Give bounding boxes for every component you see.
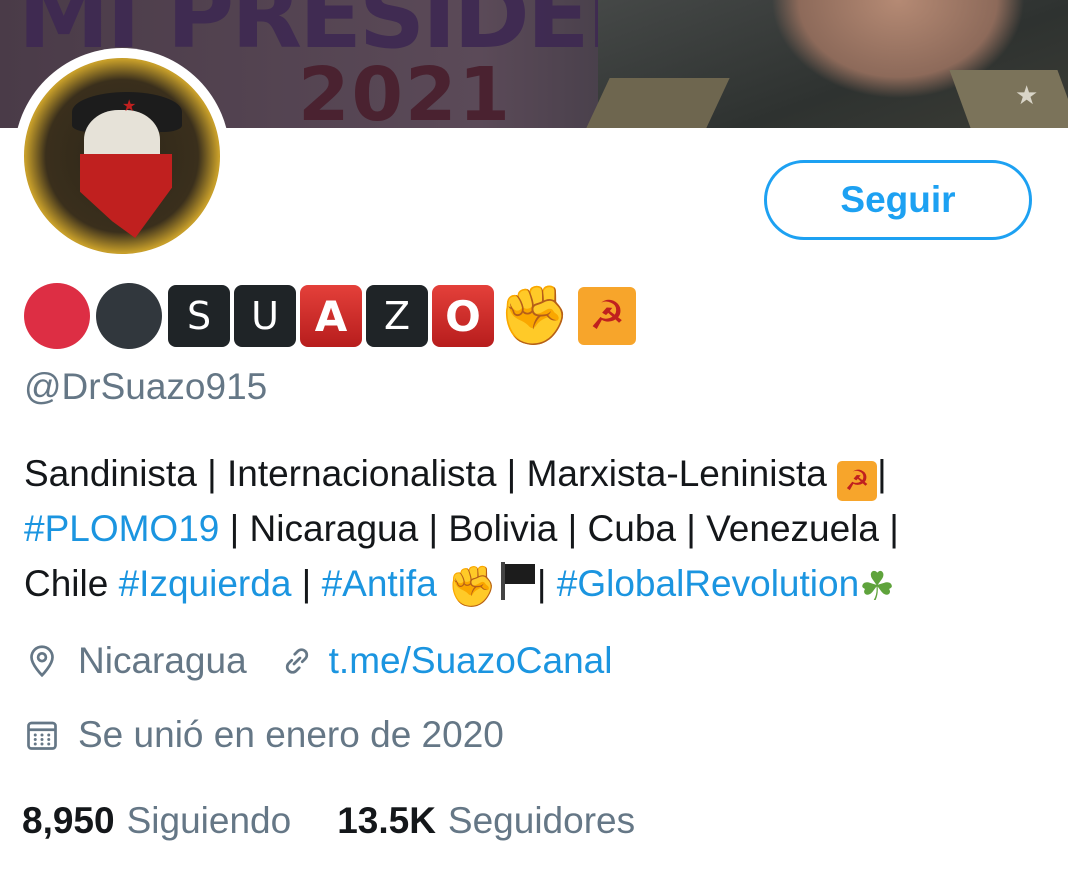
hashtag-link[interactable]: #GlobalRevolution [557, 563, 859, 604]
name-letter: Z [366, 285, 428, 347]
hammer-sickle-icon: ☭ [837, 461, 878, 501]
bio-text: Sandinista | Internacionalista | Marxist… [24, 453, 838, 494]
hashtag-link[interactable]: #PLOMO19 [24, 508, 219, 549]
bio-line: Chile #Izquierda | #Antifa ✊ | #GlobalRev… [24, 556, 1054, 611]
joined-date: Se unió en enero de 2020 [78, 714, 504, 755]
following-label[interactable]: Siguiendo [127, 800, 292, 842]
hashtag-link[interactable]: #Antifa [322, 563, 437, 604]
website-link[interactable]: t.me/SuazoCanal [329, 640, 613, 682]
profile-bio: Sandinista | Internacionalista | Marxist… [24, 446, 1054, 611]
avatar-bandana [80, 154, 172, 238]
link-icon [285, 648, 308, 674]
follow-stats: 8,950 Siguiendo 13.5K Seguidores [22, 800, 681, 842]
raised-fist-icon: ✊ [498, 283, 571, 348]
black-circle-icon [96, 283, 162, 349]
hammer-sickle-icon: ☭ [578, 287, 637, 345]
hashtag-link[interactable]: #Izquierda [119, 563, 292, 604]
bio-text: | [291, 563, 322, 604]
followers-label[interactable]: Seguidores [448, 800, 635, 842]
raised-fist-icon: ✊ [447, 565, 497, 609]
profile-location-row: Nicaragua t.me/SuazoCanal [24, 640, 612, 682]
follow-button[interactable]: Seguir [764, 160, 1032, 240]
name-letter: U [234, 285, 296, 347]
display-name: S U A Z O ✊ ☭ [24, 283, 637, 349]
calendar-icon [27, 721, 57, 750]
bio-line: #PLOMO19 | Nicaragua | Bolivia | Cuba | … [24, 501, 1054, 556]
avatar[interactable]: ★ [14, 48, 230, 264]
bio-text: | Nicaragua | Bolivia | Cuba | Venezuela… [219, 508, 899, 549]
banner-epaulette-right [949, 70, 1068, 128]
avatar-image: ★ [24, 58, 220, 254]
location-text: Nicaragua [78, 640, 247, 681]
red-circle-icon [24, 283, 90, 349]
bio-line: Sandinista | Internacionalista | Marxist… [24, 446, 1054, 501]
banner-epaulette-left [586, 78, 730, 128]
profile-joined-row: Se unió en enero de 2020 [24, 714, 504, 756]
bio-text: | [877, 453, 887, 494]
banner-year: 2021 [298, 52, 512, 128]
name-letter: A [300, 285, 362, 347]
bio-text: Chile [24, 563, 119, 604]
shamrock-icon: ☘ [859, 565, 895, 609]
avatar-star-icon: ★ [122, 98, 137, 115]
following-count[interactable]: 8,950 [22, 800, 115, 842]
epaulette-star-icon: ★ [1015, 80, 1039, 110]
name-letter: O [432, 285, 494, 347]
location-pin-icon [30, 645, 54, 678]
name-letter: S [168, 285, 230, 347]
username-handle: @DrSuazo915 [24, 366, 268, 407]
bio-text: | [536, 563, 557, 604]
black-flag-icon [497, 560, 537, 600]
followers-count[interactable]: 13.5K [337, 800, 436, 842]
